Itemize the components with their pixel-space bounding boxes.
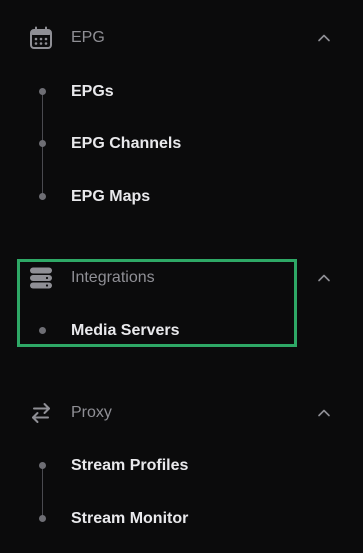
chevron-up-icon[interactable] [316, 405, 332, 421]
nav-item-stream-profiles[interactable]: Stream Profiles [0, 448, 300, 484]
calendar-icon [29, 26, 53, 50]
nav-item-label: EPGs [71, 83, 114, 100]
server-icon [29, 266, 53, 290]
nav-item-label: EPG Maps [71, 188, 151, 205]
nav-item-epgs[interactable]: EPGs [0, 74, 300, 110]
nav-item-media-servers[interactable]: Media Servers [0, 313, 300, 349]
section-header-epg[interactable]: EPG [0, 18, 363, 58]
chevron-up-icon[interactable] [316, 30, 332, 46]
bullet [39, 140, 46, 147]
sidebar-nav: EPG EPGs EPG Channels EPG Maps Integrati… [0, 0, 363, 553]
nav-item-label: EPG Channels [71, 135, 182, 152]
section-header-proxy[interactable]: Proxy [0, 393, 363, 433]
bullet [39, 193, 46, 200]
nav-item-label: Stream Profiles [71, 457, 189, 474]
arrows-exchange-icon [29, 401, 53, 425]
bullet [39, 462, 46, 469]
section-label-integrations: Integrations [71, 269, 155, 286]
bullet [39, 327, 46, 334]
chevron-up-icon[interactable] [316, 270, 332, 286]
nav-item-epg-channels[interactable]: EPG Channels [0, 126, 300, 162]
nav-item-label: Stream Monitor [71, 510, 189, 527]
section-label-proxy: Proxy [71, 404, 112, 421]
bullet [39, 88, 46, 95]
nav-item-stream-monitor[interactable]: Stream Monitor [0, 501, 300, 537]
nav-item-epg-maps[interactable]: EPG Maps [0, 179, 300, 215]
nav-item-label: Media Servers [71, 322, 180, 339]
bullet [39, 515, 46, 522]
section-label-epg: EPG [71, 29, 105, 46]
section-header-integrations[interactable]: Integrations [0, 258, 363, 298]
